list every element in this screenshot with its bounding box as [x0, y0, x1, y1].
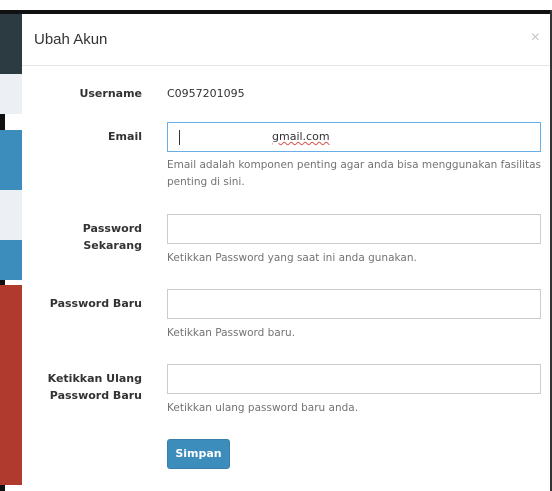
- current-password-label-line1: Password: [82, 222, 142, 235]
- current-password-label-line2: Sekarang: [83, 239, 142, 252]
- confirm-password-label-line2: Password Baru: [49, 389, 142, 402]
- current-password-help-text: Ketikkan Password yang saat ini anda gun…: [167, 252, 417, 264]
- new-password-help-text: Ketikkan Password baru.: [167, 327, 296, 339]
- new-password-label: Password Baru: [49, 297, 142, 310]
- current-password-label: Password Sekarang: [22, 220, 142, 254]
- bg-sidebar-block: [0, 130, 22, 190]
- bg-sidebar-block: [0, 14, 22, 74]
- change-account-modal: Ubah Akun × Username C0957201095 Email g…: [22, 14, 550, 491]
- close-icon[interactable]: ×: [531, 29, 540, 47]
- username-value: C0957201095: [167, 87, 245, 100]
- current-password-input[interactable]: [167, 214, 541, 244]
- email-label: Email: [108, 130, 142, 143]
- save-button[interactable]: Simpan: [167, 439, 230, 469]
- email-input[interactable]: gmail.com: [167, 122, 541, 152]
- text-caret: [179, 130, 180, 145]
- modal-title: Ubah Akun: [34, 31, 108, 48]
- email-help-text: Email adalah komponen penting agar anda …: [167, 159, 542, 188]
- modal-header: Ubah Akun ×: [22, 14, 550, 66]
- confirm-password-label: Ketikkan Ulang Password Baru: [22, 370, 142, 404]
- bg-sidebar-block: [0, 190, 22, 240]
- bg-sidebar-block: [0, 240, 22, 280]
- new-password-input[interactable]: [167, 289, 541, 319]
- username-label: Username: [79, 87, 142, 100]
- confirm-password-input[interactable]: [167, 364, 541, 394]
- confirm-password-help-text: Ketikkan ulang password baru anda.: [167, 402, 359, 414]
- bg-sidebar-block: [0, 74, 22, 114]
- bg-sidebar-block: [0, 285, 22, 485]
- confirm-password-label-line1: Ketikkan Ulang: [47, 372, 142, 385]
- email-value: gmail.com: [272, 130, 330, 143]
